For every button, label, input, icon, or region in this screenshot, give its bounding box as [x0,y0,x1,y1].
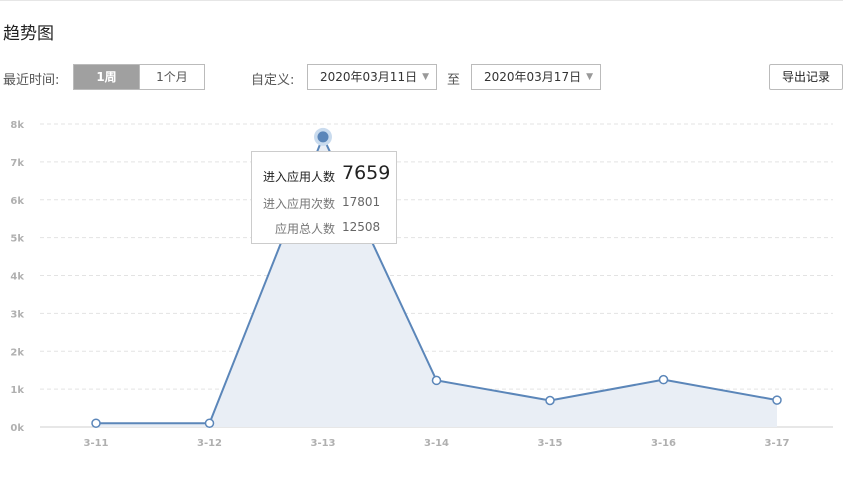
data-point [431,375,442,386]
data-point [91,418,101,428]
range-toggle: 1周 1个月 [73,64,205,90]
tooltip-row: 进入应用人数 7659 [252,162,398,188]
tooltip-value: 17801 [342,195,381,209]
x-tick-label: 3-17 [764,438,789,449]
range-1-month-button[interactable]: 1个月 [139,65,204,89]
data-point-highlighted [317,131,329,143]
chart-tooltip: 进入应用人数 7659 进入应用次数 17801 应用总人数 12508 [251,151,397,244]
to-label: 至 [447,73,461,88]
y-tick-label: 3k [10,309,24,320]
y-tick-label: 7k [10,158,24,169]
x-tick-label: 3-16 [651,438,676,449]
tooltip-value: 7659 [342,162,391,184]
top-divider [0,0,843,1]
x-tick-label: 3-15 [537,438,562,449]
start-date-select[interactable]: 2020年03月11日 ▼ [307,64,437,90]
data-point [204,418,215,428]
x-tick-label: 3-13 [310,438,335,449]
tooltip-label: 应用总人数 [274,222,335,236]
end-date-value: 2020年03月17日 [484,70,582,84]
start-date-value: 2020年03月11日 [320,70,418,84]
y-tick-label: 2k [10,347,24,358]
y-tick-label: 6k [10,196,24,207]
chevron-down-icon: ▼ [586,72,593,82]
page-title: 趋势图 [3,24,54,44]
trend-chart: 0k 1k 2k 3k 4k 5k 6k 7k 8k 3-11 3-12 3-13 3-14 3-15 3-… [10,120,833,449]
y-tick-label: 4k [10,272,24,283]
y-tick-label: 1k [10,385,24,396]
data-point [545,395,555,406]
x-tick-label: 3-11 [83,438,108,449]
tooltip-value: 12508 [342,220,381,234]
custom-range-label: 自定义: [251,73,295,88]
recent-time-label: 最近时间: [3,73,60,88]
x-tick-label: 3-12 [197,438,222,449]
end-date-select[interactable]: 2020年03月17日 ▼ [471,64,601,90]
data-point [658,374,669,385]
y-tick-label: 0k [10,423,24,434]
tooltip-label: 进入应用人数 [262,170,335,184]
tooltip-label: 进入应用次数 [262,197,335,211]
data-point [772,395,782,405]
range-1-week-button[interactable]: 1周 [74,65,139,89]
x-tick-label: 3-14 [424,438,449,449]
chevron-down-icon: ▼ [422,72,429,82]
export-records-button[interactable]: 导出记录 [769,64,843,90]
y-tick-label: 8k [10,120,24,131]
y-tick-label: 5k [10,234,24,245]
tooltip-row: 应用总人数 12508 [252,220,398,240]
tooltip-row: 进入应用次数 17801 [252,195,398,215]
toolbar: 最近时间: 1周 1个月 自定义: 2020年03月11日 ▼ 至 2020年0… [0,64,843,90]
